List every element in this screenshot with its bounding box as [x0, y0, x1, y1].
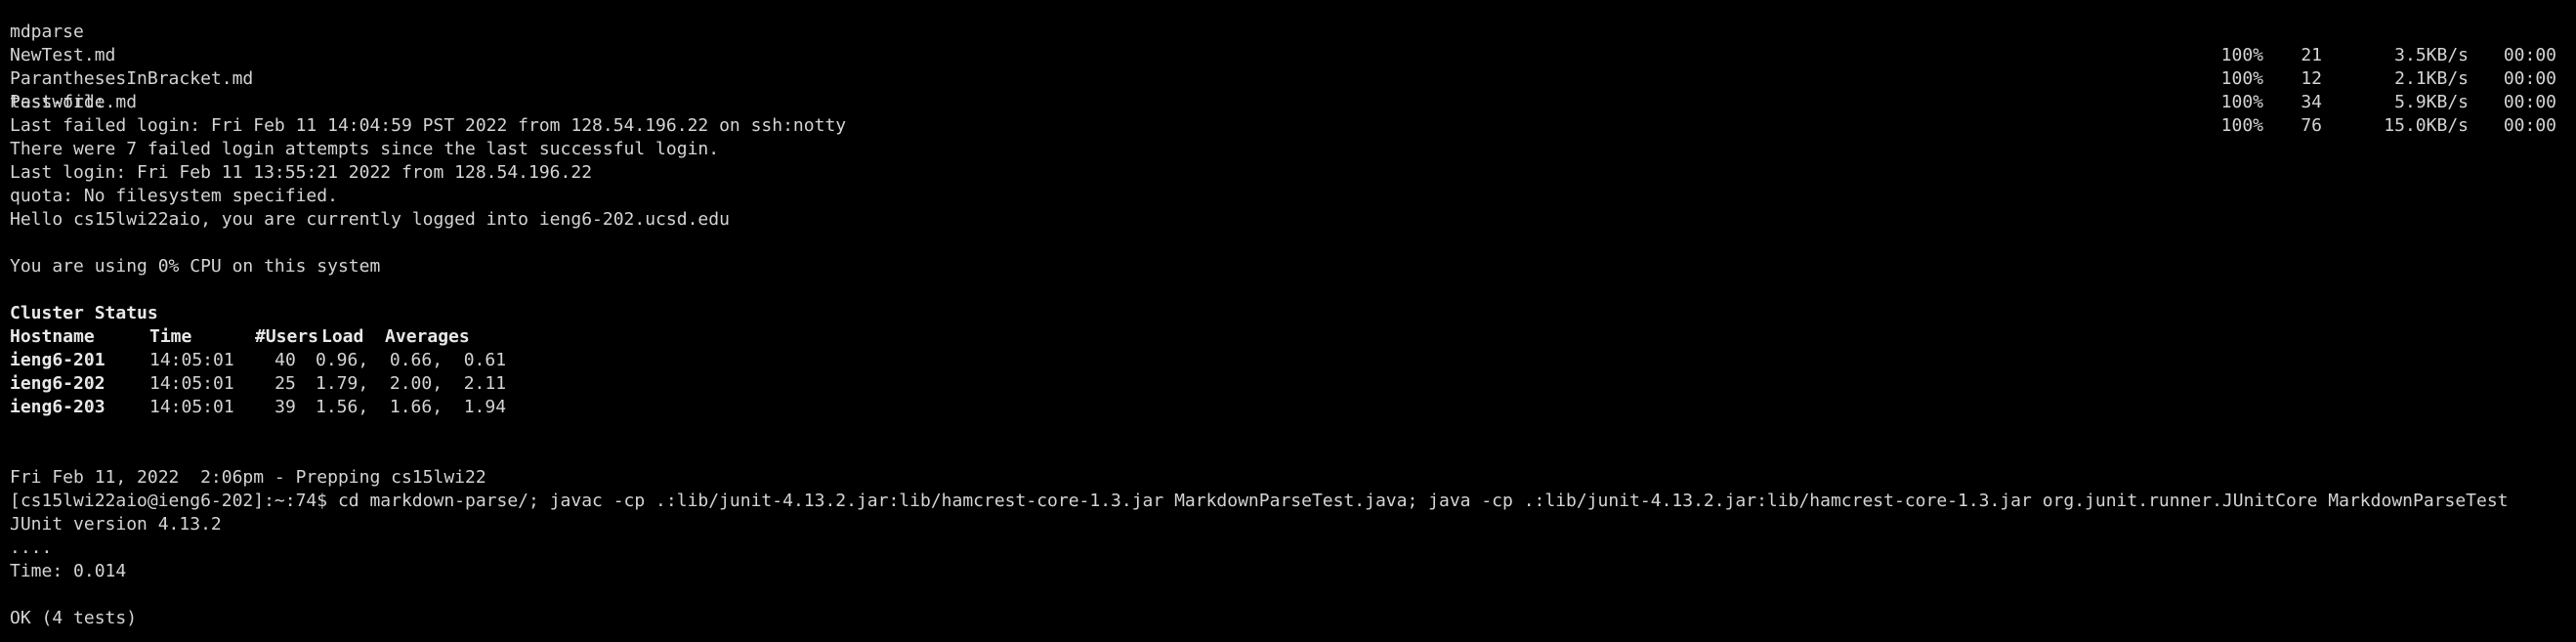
command-line[interactable]: [cs15lwi22aio@ieng6-202]:~:74$ cd markdo…: [10, 490, 2566, 513]
transfer-line: mdparse 100% 21 3.5KB/s 00:00: [10, 0, 2566, 65]
cluster-load: 1.79, 2.00, 2.11: [316, 373, 507, 394]
quota-message: quota: No filesystem specified.: [10, 186, 338, 206]
cluster-users: 40: [274, 350, 296, 370]
junit-version: JUnit version 4.13.2: [10, 514, 222, 535]
shell-command[interactable]: cd markdown-parse/; javac -cp .:lib/juni…: [338, 491, 2509, 511]
cluster-row: ieng6-202 14:05:01 25 1.79, 2.00, 2.11: [10, 372, 2566, 396]
header-load: Load Averages: [321, 326, 470, 347]
last-login: Last login: Fri Feb 11 13:55:21 2022 fro…: [10, 162, 593, 183]
cluster-time: 14:05:01: [149, 373, 234, 394]
cluster-load: 1.56, 1.66, 1.94: [316, 397, 507, 417]
cluster-time: 14:05:01: [149, 350, 234, 370]
transfer-line: test-file.md 100% 76 15.0KB/s 00:00: [10, 67, 2566, 136]
cluster-header-row: Hostname Time #Users Load Averages: [10, 325, 2566, 349]
cluster-time: 14:05:01: [149, 397, 234, 417]
header-hostname: Hostname: [10, 326, 95, 347]
cluster-users: 39: [274, 397, 296, 417]
transfer-line: NewTest.md 100% 12 2.1KB/s 00:00: [10, 21, 2566, 89]
cluster-users: 25: [274, 373, 296, 394]
transfer-line: ParanthesesInBracket.md 100% 34 5.9KB/s 00:…: [10, 44, 2566, 112]
session-date-line: Fri Feb 11, 2022 2:06pm - Prepping cs15l…: [10, 467, 486, 488]
hello-message: Hello cs15lwi22aio, you are currently lo…: [10, 209, 730, 230]
test-time: Time: 0.014: [10, 561, 127, 581]
cluster-row: ieng6-201 14:05:01 40 0.96, 0.66, 0.61: [10, 349, 2566, 372]
test-result: OK (4 tests): [10, 608, 138, 628]
cluster-hostname: ieng6-202: [10, 373, 106, 394]
cluster-status-title: Cluster Status: [10, 303, 158, 323]
cluster-load: 0.96, 0.66, 0.61: [316, 350, 507, 370]
cluster-hostname: ieng6-203: [10, 397, 106, 417]
cpu-usage: You are using 0% CPU on this system: [10, 256, 381, 277]
last-failed-login: Last failed login: Fri Feb 11 14:04:59 P…: [10, 115, 847, 136]
header-users: #Users: [255, 326, 319, 347]
cluster-hostname: ieng6-201: [10, 350, 106, 370]
password-prompt: Password:: [10, 92, 106, 112]
shell-prompt: [cs15lwi22aio@ieng6-202]:~:74$: [10, 491, 338, 511]
failed-attempts-notice: There were 7 failed login attempts since…: [10, 139, 720, 159]
cluster-row: ieng6-203 14:05:01 39 1.56, 1.66, 1.94: [10, 396, 2566, 419]
header-time: Time: [149, 326, 192, 347]
terminal-output[interactable]: mdparse 100% 21 3.5KB/s 00:00 NewTest.md 10…: [10, 0, 2566, 630]
test-progress-dots: ....: [10, 537, 53, 558]
